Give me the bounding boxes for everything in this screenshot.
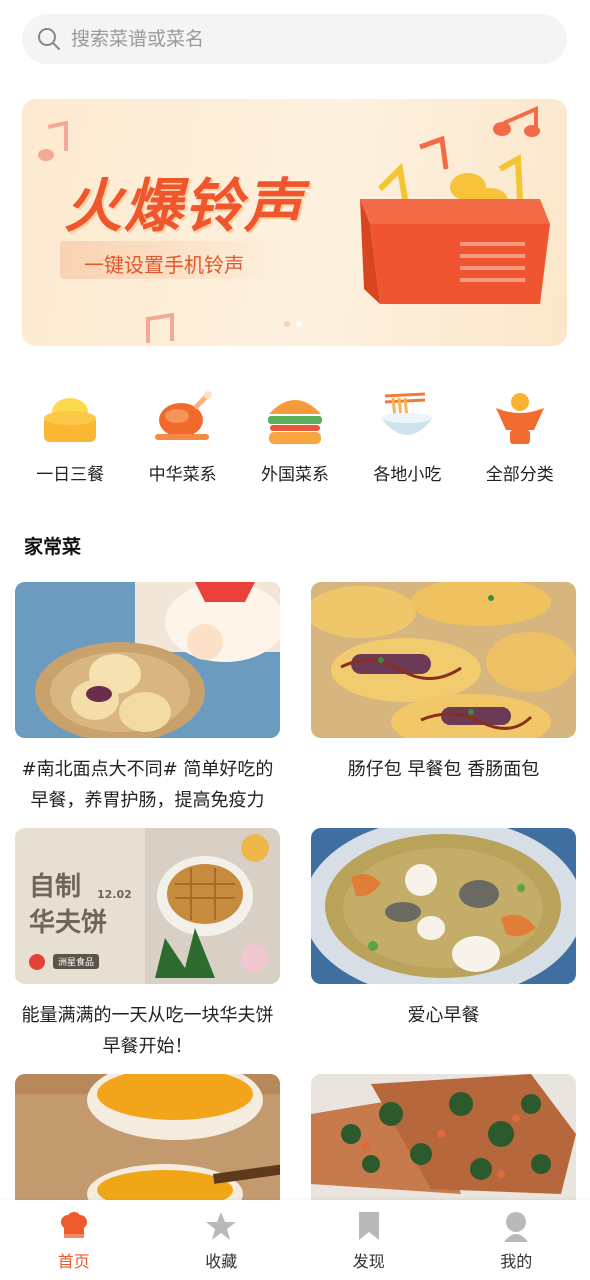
recipe-card[interactable] (15, 1074, 280, 1204)
cake-icon (44, 398, 97, 442)
home-chef-hat-icon (60, 1212, 87, 1238)
tab-discover[interactable]: 发现 (319, 1200, 419, 1272)
category-chinese[interactable]: 中华菜系 (133, 388, 233, 488)
category-local-snacks[interactable]: 各地小吃 (357, 388, 457, 488)
dish-icon (495, 393, 544, 444)
category-three-meals[interactable]: 一日三餐 (20, 388, 120, 488)
recipe-card[interactable]: 肠仔包 早餐包 香肠面包 (311, 582, 576, 785)
tab-label: 首页 (57, 1252, 90, 1271)
user-icon (504, 1212, 529, 1242)
recipe-card[interactable] (311, 1074, 576, 1204)
category-all[interactable]: 全部分类 (470, 388, 570, 488)
recipe-image (15, 1074, 280, 1204)
promo-banner[interactable]: 火爆铃声 一键设置手机铃声 (22, 99, 567, 346)
carousel-indicator (284, 321, 302, 327)
carousel-dot-active[interactable] (296, 321, 302, 327)
category-foreign[interactable]: 外国菜系 (245, 388, 345, 488)
tab-label: 收藏 (205, 1252, 238, 1271)
recipe-caption: 能量满满的一天从吃一块华夫饼早餐开始！ (21, 1005, 274, 1057)
recipe-image: 自制 华夫饼 12.02 洲星食品 (15, 828, 280, 984)
overlay-title-line2: 华夫饼 (29, 908, 108, 938)
category-label: 各地小吃 (373, 465, 442, 485)
search-bar[interactable] (22, 14, 567, 64)
music-box-illustration (360, 135, 550, 304)
category-label: 全部分类 (485, 465, 554, 485)
recipe-caption: #南北面点大不同# 简单好吃的早餐，养胃护肠，提高免疫力 (21, 759, 274, 811)
recipe-card[interactable]: #南北面点大不同# 简单好吃的早餐，养胃护肠，提高免疫力 (15, 582, 280, 816)
overlay-brand-badge: 洲星食品 (53, 954, 100, 969)
tab-label: 我的 (500, 1252, 533, 1271)
carousel-dot[interactable] (284, 321, 290, 327)
recipe-image (15, 582, 280, 738)
roast-chicken-icon (154, 391, 212, 440)
bottom-tab-bar: 首页 收藏 发现 我的 (0, 1200, 590, 1280)
recipe-card[interactable]: 自制 华夫饼 12.02 洲星食品 能量满满的一天从吃一块华夫饼早餐开始！ (15, 828, 280, 1062)
recipe-image (311, 1074, 576, 1204)
category-label: 一日三餐 (36, 465, 105, 485)
recipe-image (311, 828, 576, 984)
category-label: 中华菜系 (148, 465, 217, 485)
tab-label: 发现 (352, 1252, 385, 1271)
overlay-title-line1: 自制 (29, 872, 82, 902)
tab-favorites[interactable]: 收藏 (171, 1200, 271, 1272)
star-icon (206, 1212, 237, 1240)
recipe-caption: 爱心早餐 (407, 1005, 480, 1026)
search-input[interactable] (71, 28, 511, 50)
tab-home[interactable]: 首页 (24, 1200, 124, 1272)
section-title: 家常菜 (24, 536, 82, 558)
noodle-bowl-icon (381, 392, 434, 435)
bookmark-icon (358, 1212, 379, 1240)
banner-title: 火爆铃声 (64, 172, 305, 240)
music-note-icon (146, 313, 174, 343)
search-icon (38, 28, 60, 50)
category-row: 一日三餐 中华菜系 外国菜系 各地小吃 全部分类 (0, 388, 590, 488)
burger-icon (267, 400, 322, 444)
recipe-image (311, 582, 576, 738)
overlay-date: 12.02 (97, 888, 132, 901)
tab-mine[interactable]: 我的 (466, 1200, 566, 1272)
banner-subtitle: 一键设置手机铃声 (84, 253, 244, 277)
category-label: 外国菜系 (260, 465, 329, 485)
recipe-card[interactable]: 爱心早餐 (311, 828, 576, 1031)
recipe-caption: 肠仔包 早餐包 香肠面包 (347, 759, 540, 780)
